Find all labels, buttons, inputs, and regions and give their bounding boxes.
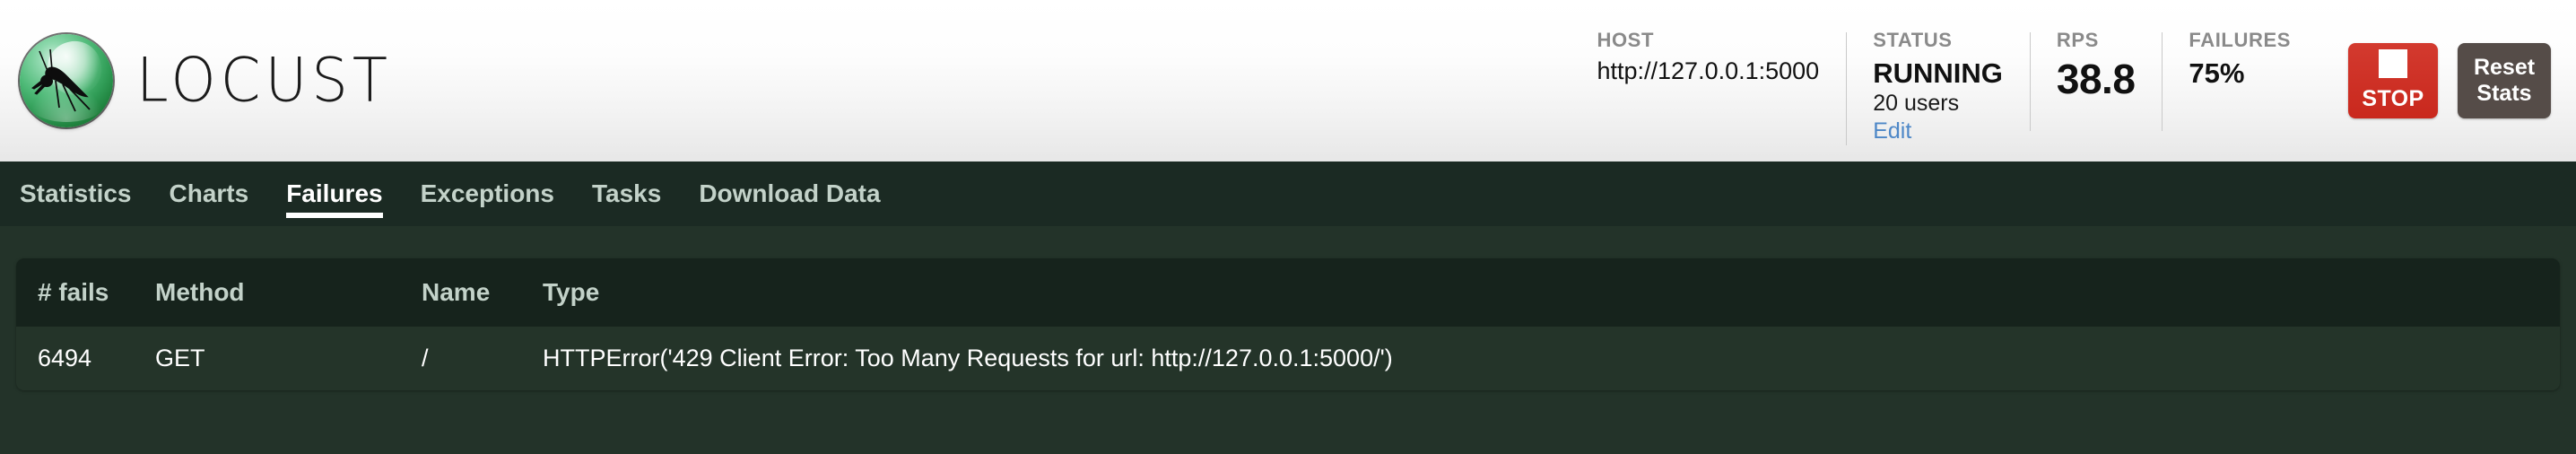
brand-wordmark: LOCUST [136,45,392,117]
column-header-method[interactable]: Method [155,258,422,327]
column-header-fails[interactable]: # fails [16,258,155,327]
failures-table-element: # fails Method Name Type 6494 GET / HTTP… [16,258,2560,390]
cell-type: HTTPError('429 Client Error: Too Many Re… [543,327,2560,390]
reset-stats-label-line2: Stats [2476,81,2532,106]
tab-charts-label: Charts [169,179,249,207]
tab-download-data-label: Download Data [699,179,881,207]
tab-tasks-label: Tasks [591,179,662,207]
tab-failures-label: Failures [286,179,383,207]
tab-statistics[interactable]: Statistics [20,162,132,226]
stat-user-count: 20 users [1873,90,1960,116]
table-row: 6494 GET / HTTPError('429 Client Error: … [16,327,2560,390]
cell-name: / [422,327,543,390]
cell-fails: 6494 [16,327,155,390]
stop-button-label: STOP [2362,86,2424,111]
tab-exceptions-label: Exceptions [420,179,554,207]
failures-table: # fails Method Name Type 6494 GET / HTTP… [16,258,2560,390]
reset-stats-button[interactable]: Reset Stats [2458,43,2551,118]
tab-failures[interactable]: Failures [286,162,383,226]
stat-host-value: http://127.0.0.1:5000 [1597,57,1820,84]
locust-mosquito-logo-icon [20,34,113,127]
table-head: # fails Method Name Type [16,258,2560,327]
stat-rps-value: 38.8 [2056,56,2136,102]
column-header-type[interactable]: Type [543,258,2560,327]
column-header-name[interactable]: Name [422,258,543,327]
stat-rps-label: RPS [2056,29,2099,51]
stat-failures: FAILURES 75% [2162,31,2318,131]
table-body: 6494 GET / HTTPError('429 Client Error: … [16,327,2560,390]
tab-statistics-label: Statistics [20,179,132,207]
table-header-row: # fails Method Name Type [16,258,2560,327]
stop-button[interactable]: STOP [2348,43,2438,118]
mosquito-glyph [31,48,91,112]
main-content: # fails Method Name Type 6494 GET / HTTP… [0,226,2576,454]
stat-status-value: RUNNING [1873,57,2003,89]
stat-failures-value: 75% [2189,57,2245,89]
main-nav: Statistics Charts Failures Exceptions Ta… [0,162,2576,226]
tab-tasks[interactable]: Tasks [592,162,661,226]
header-buttons: STOP Reset Stats [2318,43,2576,118]
tab-download-data[interactable]: Download Data [699,162,880,226]
app-header: LOCUST HOST http://127.0.0.1:5000 STATUS… [0,0,2576,162]
stat-host-label: HOST [1597,29,1654,51]
tab-charts[interactable]: Charts [170,162,249,226]
stat-rps: RPS 38.8 [2029,29,2163,131]
reset-stats-label-line1: Reset [2473,55,2536,80]
tab-exceptions[interactable]: Exceptions [421,162,554,226]
brand: LOCUST [0,34,392,127]
stop-square-icon [2379,49,2407,78]
stat-host: HOST http://127.0.0.1:5000 [1570,31,1846,131]
edit-link[interactable]: Edit [1873,118,2003,145]
header-stats: HOST http://127.0.0.1:5000 STATUS RUNNIN… [1570,29,2318,146]
stat-failures-label: FAILURES [2189,29,2291,51]
cell-method: GET [155,327,422,390]
stat-status: STATUS RUNNING 20 users Edit [1846,29,2030,146]
stat-status-label: STATUS [1873,29,1953,51]
